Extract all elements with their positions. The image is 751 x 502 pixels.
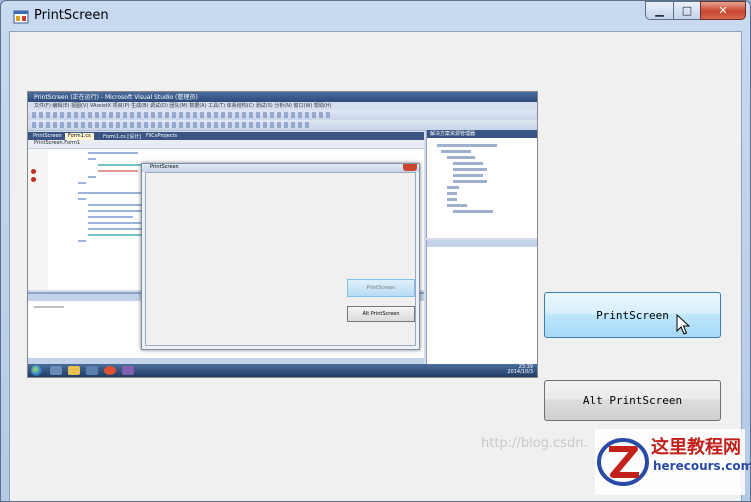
start-icon <box>31 365 42 376</box>
close-button[interactable]: ✕ <box>700 1 746 20</box>
visual-studio-icon <box>122 366 134 375</box>
main-window: PrintScreen ▁ □ ✕ PrintScreen (正在运行) - M… <box>0 0 751 502</box>
vs-title-text: PrintScreen (正在运行) - Microsoft Visual St… <box>34 94 198 101</box>
vs-solution-header: 解决方案资源管理器 <box>430 131 476 137</box>
app-icon <box>13 10 29 24</box>
minimize-icon: ▁ <box>655 4 664 17</box>
vs-properties-panel <box>426 240 537 364</box>
clock-date: 2014/10/3 <box>507 369 533 375</box>
screenshot-preview: PrintScreen (正在运行) - Microsoft Visual St… <box>27 91 538 378</box>
window-title: PrintScreen <box>34 8 109 23</box>
watermark-url: http://blog.csdn. <box>481 436 588 451</box>
taskbar-clock: 23:39 2014/10/3 <box>507 365 533 375</box>
vs-menu-bar: 文件(F) 编辑(E) 视图(V) VAssistX 项目(P) 生成(B) 调… <box>28 102 537 110</box>
breakpoint-icon <box>31 177 36 182</box>
vs-menu-text: 文件(F) 编辑(E) 视图(V) VAssistX 项目(P) 生成(B) 调… <box>34 103 332 109</box>
captured-printscreen-button: PrintScreen <box>347 279 415 297</box>
printscreen-button[interactable]: PrintScreen <box>544 292 721 338</box>
windows-taskbar: 23:39 2014/10/3 <box>28 364 537 377</box>
vs-solution-explorer: 解决方案资源管理器 <box>426 130 537 238</box>
vs-tab: FilCsProjects <box>146 133 178 139</box>
close-icon: ✕ <box>718 4 728 17</box>
vs-tab: Form1.cs <box>65 133 94 140</box>
captured-form-window: PrintScreen PrintScreen Alt PrintScreen <box>141 163 420 350</box>
vs-tab: PrintScreen <box>33 133 62 139</box>
mouse-cursor-icon <box>676 314 690 335</box>
vs-tab: Form1.cs [设计] <box>103 134 142 140</box>
captured-form-title: PrintScreen <box>150 164 179 170</box>
caption-buttons: ▁ □ ✕ <box>645 1 746 21</box>
maximize-button[interactable]: □ <box>673 1 700 20</box>
vs-nav-text: PrintScreen.Form1 <box>34 140 81 146</box>
folder-icon <box>68 366 80 375</box>
logo-english-text: herecours.com <box>653 459 751 473</box>
alt-printscreen-button[interactable]: Alt PrintScreen <box>544 380 721 421</box>
captured-alt-printscreen-button: Alt PrintScreen <box>347 306 415 322</box>
taskbar-icon <box>50 366 62 375</box>
vs-document-tabs: PrintScreen Form1.cs Form1.cs [设计] FilCs… <box>28 132 424 140</box>
minimize-button[interactable]: ▁ <box>645 1 673 20</box>
close-icon <box>403 164 417 171</box>
vs-nav-bar: PrintScreen.Form1 <box>28 140 424 149</box>
logo-chinese-text: 这里教程网 <box>651 437 741 458</box>
maximize-icon: □ <box>681 4 693 17</box>
vs-title-bar: PrintScreen (正在运行) - Microsoft Visual St… <box>28 92 537 102</box>
taskbar-icon <box>86 366 98 375</box>
breakpoint-icon <box>31 169 36 174</box>
chrome-icon <box>104 366 116 375</box>
title-bar[interactable]: PrintScreen ▁ □ ✕ <box>1 1 750 31</box>
